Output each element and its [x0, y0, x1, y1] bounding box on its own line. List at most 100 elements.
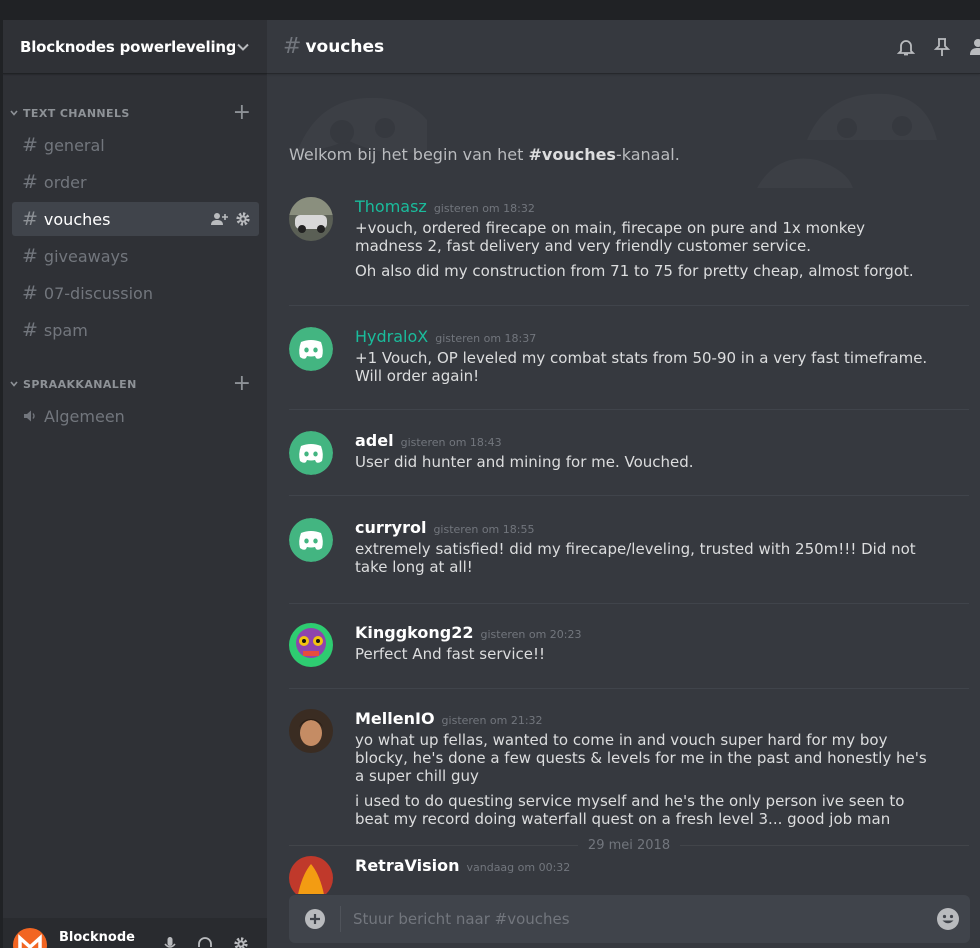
- message-timestamp: gisteren om 18:37: [435, 332, 537, 345]
- message-text: extremely satisfied! did my firecape/lev…: [355, 540, 916, 576]
- message-input[interactable]: [353, 910, 926, 928]
- category-text-channels[interactable]: TEXT CHANNELS +: [3, 102, 267, 124]
- divider-date: 29 mei 2018: [587, 837, 671, 853]
- channel-sidebar: Blocknodes powerleveling,... TEXT CHANNE…: [3, 20, 267, 948]
- bell-icon[interactable]: [896, 37, 916, 57]
- channel-spam[interactable]: # spam: [12, 313, 259, 347]
- channel-label: 07-discussion: [43, 283, 153, 303]
- voice-channel-algemeen[interactable]: Algemeen: [12, 399, 259, 433]
- avatar[interactable]: [289, 709, 333, 753]
- gear-icon[interactable]: [235, 211, 251, 227]
- avatar[interactable]: [289, 518, 333, 562]
- message-separator: [289, 603, 969, 604]
- message-separator: [289, 495, 969, 496]
- message-text: Oh also did my construction from 71 to 7…: [355, 262, 914, 280]
- message: HydraloX gisteren om 18:37 +1 Vouch, OP l…: [289, 327, 969, 385]
- message-timestamp: gisteren om 21:32: [441, 714, 543, 727]
- message-timestamp: gisteren om 18:43: [400, 436, 502, 449]
- pin-icon[interactable]: [933, 37, 951, 57]
- message: adel gisteren om 18:43 User did hunter an…: [289, 431, 969, 475]
- channel-order[interactable]: # order: [12, 165, 259, 199]
- avatar[interactable]: [289, 431, 333, 475]
- user-panel: Blocknode: [3, 918, 267, 948]
- username: Blocknode: [59, 930, 135, 945]
- message-author[interactable]: Kinggkong22: [355, 623, 474, 642]
- message: Thomasz gisteren om 18:32 +vouch, ordered…: [289, 197, 969, 280]
- channel-label: general: [43, 135, 105, 155]
- message: curryrol gisteren om 18:55 extremely sati…: [289, 518, 969, 576]
- guild-header[interactable]: Blocknodes powerleveling,...: [3, 20, 267, 74]
- message-text: User did hunter and mining for me. Vouch…: [355, 453, 694, 471]
- message-composer: [289, 895, 970, 943]
- message-author[interactable]: adel: [355, 431, 394, 450]
- category-label: SPRAAKKANALEN: [23, 377, 137, 391]
- avatar[interactable]: [289, 197, 333, 241]
- channel-label: vouches: [43, 209, 111, 229]
- category-label: TEXT CHANNELS: [23, 106, 130, 120]
- date-divider: 29 mei 2018: [289, 836, 970, 854]
- channel-vouches[interactable]: # vouches: [12, 202, 259, 236]
- message-text: +1 Vouch, OP leveled my combat stats fro…: [355, 349, 928, 385]
- message-separator: [289, 688, 969, 689]
- add-channel-icon[interactable]: +: [233, 102, 251, 124]
- hash-icon: #: [22, 319, 38, 341]
- avatar[interactable]: [289, 327, 333, 371]
- welcome-message: Welkom bij het begin van het #vouches-ka…: [289, 145, 680, 164]
- monero-logo-icon: [18, 934, 42, 948]
- channel-general[interactable]: # general: [12, 128, 259, 162]
- microphone-icon[interactable]: [163, 936, 177, 948]
- emoji-button[interactable]: [926, 907, 970, 931]
- message-timestamp: vandaag om 00:32: [466, 861, 571, 874]
- message-list[interactable]: Welkom bij het begin van het #vouches-ka…: [267, 74, 980, 894]
- channel-giveaways[interactable]: # giveaways: [12, 239, 259, 273]
- hash-icon: #: [22, 208, 38, 230]
- message-author[interactable]: MellenIO: [355, 709, 435, 728]
- flame-avatar-icon: [289, 856, 333, 894]
- message-author[interactable]: RetraVision: [355, 856, 459, 875]
- channel-header: # vouches: [267, 20, 980, 74]
- category-voice-channels[interactable]: SPRAAKKANALEN +: [3, 373, 267, 395]
- message-author[interactable]: Thomasz: [355, 197, 427, 216]
- welcome-illustration: [297, 93, 937, 188]
- channel-title: vouches: [305, 36, 385, 57]
- channel-label: giveaways: [43, 246, 129, 266]
- plus-circle-icon: [304, 909, 325, 929]
- message-timestamp: gisteren om 18:55: [433, 523, 535, 536]
- message-separator: [289, 409, 969, 410]
- welcome-prefix: Welkom bij het begin van het: [289, 145, 529, 164]
- member-list-icon[interactable]: [968, 37, 980, 57]
- chat-area: # vouches Welkom bij het begin van het #…: [267, 20, 980, 948]
- upload-button[interactable]: [289, 906, 341, 932]
- title-bar: [0, 0, 980, 20]
- welcome-channel: #vouches: [528, 145, 616, 164]
- collapse-arrow-icon: [10, 381, 18, 387]
- chevron-down-icon: [237, 43, 249, 51]
- guild-name: Blocknodes powerleveling,...: [20, 37, 235, 56]
- hash-icon: #: [22, 245, 38, 267]
- message-text: Perfect And fast service!!: [355, 645, 546, 663]
- message: MellenIO gisteren om 21:32 yo what up fel…: [289, 709, 969, 828]
- message-timestamp: gisteren om 20:23: [480, 628, 582, 641]
- avatar[interactable]: [289, 856, 333, 894]
- headphones-icon[interactable]: [197, 936, 213, 948]
- collapse-arrow-icon: [10, 110, 18, 116]
- hash-icon: #: [283, 34, 302, 59]
- message-author[interactable]: HydraloX: [355, 327, 428, 346]
- emoji-icon: [937, 908, 959, 930]
- message: Kinggkong22 gisteren om 20:23 Perfect And…: [289, 623, 969, 667]
- channel-07-discussion[interactable]: # 07-discussion: [12, 276, 259, 310]
- message-author[interactable]: curryrol: [355, 518, 426, 537]
- hash-icon: #: [22, 134, 38, 156]
- channel-label: spam: [43, 320, 88, 340]
- discord-default-avatar-icon: [289, 327, 333, 371]
- discord-default-avatar-icon: [289, 431, 333, 475]
- avatar[interactable]: [289, 623, 333, 667]
- colorful-mask-avatar-icon: [289, 623, 333, 667]
- user-settings-gear-icon[interactable]: [233, 936, 249, 948]
- invite-user-icon[interactable]: [210, 211, 228, 227]
- add-channel-icon[interactable]: +: [233, 373, 251, 395]
- message-text: +vouch, ordered firecape on main, fireca…: [355, 219, 866, 255]
- message: RetraVision vandaag om 00:32: [289, 856, 969, 894]
- avatar[interactable]: [13, 928, 47, 948]
- welcome-suffix: -kanaal.: [615, 145, 680, 164]
